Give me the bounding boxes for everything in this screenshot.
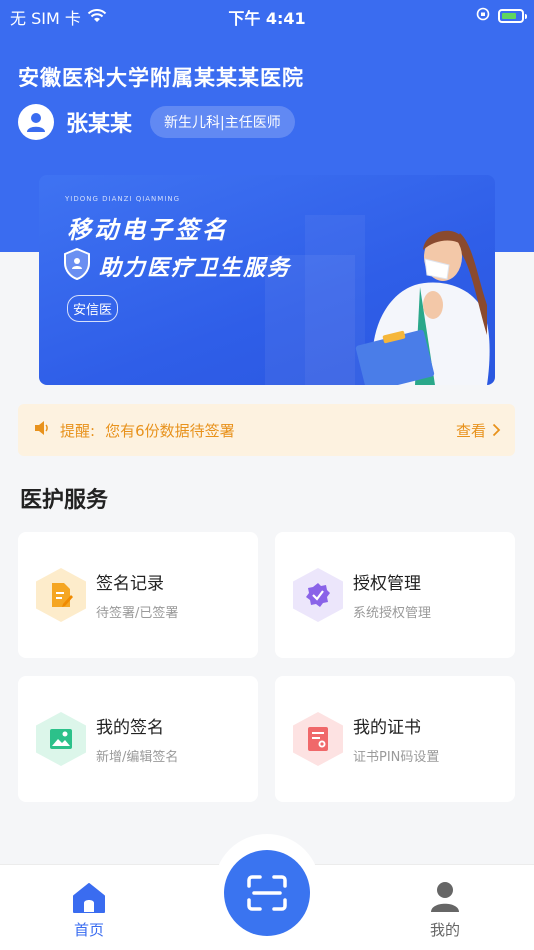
pending-notice[interactable]: 提醒: 您有6份数据待签署 查看: [18, 404, 515, 456]
authorize-badge-icon: [293, 568, 343, 622]
banner-title: 移动电子签名: [67, 216, 229, 244]
card-subtitle: 新增/编辑签名: [96, 750, 179, 765]
card-title: 签名记录: [96, 574, 164, 594]
document-sign-icon: [36, 568, 86, 622]
department-badge: 新生儿科|主任医师: [150, 106, 295, 138]
signature-image-icon: [36, 712, 86, 766]
view-link-label: 查看: [455, 421, 486, 440]
certificate-icon: [293, 712, 343, 766]
notice-message: 您有6份数据待签署: [105, 421, 235, 440]
card-subtitle: 系统授权管理: [353, 606, 432, 621]
banner-pinyin: YIDONG DIANZI QIANMING: [65, 195, 181, 203]
tab-home[interactable]: 首页: [49, 879, 129, 940]
tab-home-label: 首页: [73, 921, 104, 939]
battery-icon: [498, 8, 527, 23]
card-title: 我的签名: [96, 718, 164, 738]
card-subtitle: 证书PIN码设置: [353, 750, 440, 765]
scan-button[interactable]: [224, 850, 310, 936]
card-title: 我的证书: [353, 718, 421, 738]
view-link[interactable]: 查看: [456, 420, 501, 441]
banner-badge: 安信医: [67, 295, 119, 322]
person-icon: [431, 882, 459, 912]
my-certificate-card[interactable]: 我的证书 证书PIN码设置: [275, 676, 515, 802]
authorization-card[interactable]: 授权管理 系统授权管理: [275, 532, 515, 658]
notice-label: 提醒:: [60, 421, 96, 440]
doctor-illustration: [265, 215, 490, 385]
user-info: 张某某 新生儿科|主任医师: [18, 104, 295, 140]
signature-records-card[interactable]: 签名记录 待签署/已签署: [18, 532, 258, 658]
hospital-name: 安徽医科大学附属某某某医院: [18, 66, 304, 90]
tab-mine-label: 我的: [429, 921, 460, 939]
tab-mine[interactable]: 我的: [405, 879, 485, 940]
promo-banner[interactable]: YIDONG DIANZI QIANMING 移动电子签名 助力医疗卫生服务 安…: [39, 175, 495, 385]
user-name: 张某某: [66, 112, 133, 137]
shield-icon: [63, 247, 91, 284]
avatar[interactable]: [18, 104, 54, 140]
status-time: 下午 4:41: [228, 9, 306, 28]
user-icon: [27, 113, 45, 132]
banner-subtitle: 助力医疗卫生服务: [99, 256, 292, 281]
my-signature-card[interactable]: 我的签名 新增/编辑签名: [18, 676, 258, 802]
orientation-lock-icon: [476, 6, 490, 25]
card-subtitle: 待签署/已签署: [96, 606, 179, 621]
status-bar: 无 SIM 卡 下午 4:41: [0, 0, 534, 30]
section-title: 医护服务: [20, 488, 109, 513]
scan-icon: [247, 875, 287, 911]
speaker-icon: [34, 420, 50, 440]
card-title: 授权管理: [353, 574, 421, 594]
home-icon: [73, 883, 105, 913]
chevron-right-icon: [492, 423, 501, 437]
